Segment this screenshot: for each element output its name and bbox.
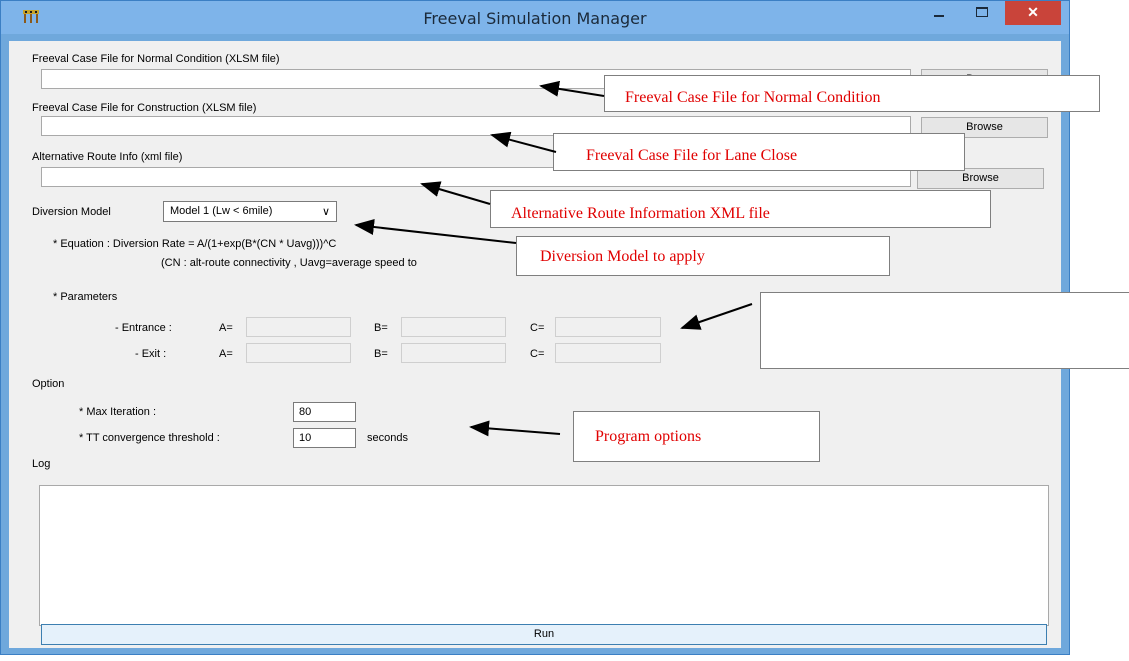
callout-diversion: Diversion Model to apply [516,236,890,276]
title-bar[interactable]: Freeval Simulation Manager ✕ [1,1,1069,34]
entrance-c-input [555,317,661,337]
alt-route-browse-button[interactable]: Browse [917,168,1044,189]
diversion-model-select[interactable]: Model 1 (Lw < 6mile) ∨ [163,201,337,222]
equation-note: (CN : alt-route connectivity , Uavg=aver… [161,257,417,269]
run-button[interactable]: Run [41,624,1047,645]
callout-lane-close: Freeval Case File for Lane Close [553,133,965,171]
callout-alt-route-text: Alternative Route Information XML file [511,205,770,222]
entrance-a-input [246,317,351,337]
entrance-b-label: B= [374,322,388,334]
equation-text: * Equation : Diversion Rate = A/(1+exp(B… [53,238,337,250]
exit-b-label: B= [374,348,388,360]
chevron-down-icon: ∨ [321,206,330,218]
entrance-b-input [401,317,506,337]
option-label: Option [32,378,65,390]
normal-file-label: Freeval Case File for Normal Condition (… [32,53,280,65]
window-title: Freeval Simulation Manager [423,9,647,28]
close-icon[interactable]: ✕ [1005,1,1061,25]
tt-threshold-label: * TT convergence threshold : [79,432,220,444]
entrance-a-label: A= [219,322,233,334]
callout-parameters [760,292,1129,369]
exit-a-input [246,343,351,363]
minimize-icon[interactable] [925,1,953,25]
exit-label: - Exit : [135,348,167,360]
callout-options: Program options [573,411,820,462]
max-iteration-input[interactable]: 80 [293,402,356,422]
tt-threshold-input[interactable]: 10 [293,428,356,448]
callout-lane-close-text: Freeval Case File for Lane Close [586,147,798,164]
callout-diversion-text: Diversion Model to apply [540,248,705,265]
callout-options-text: Program options [595,428,702,445]
diversion-model-label: Diversion Model [32,206,111,218]
alt-route-label: Alternative Route Info (xml file) [32,151,183,163]
exit-b-input [401,343,506,363]
diversion-model-value: Model 1 (Lw < 6mile) [170,205,273,217]
callout-alt-route: Alternative Route Information XML file [490,190,991,228]
entrance-label: - Entrance : [115,322,172,334]
tt-threshold-unit: seconds [367,432,408,444]
max-iteration-label: * Max Iteration : [79,406,157,418]
callout-normal: Freeval Case File for Normal Condition [604,75,1100,112]
exit-a-label: A= [219,348,233,360]
callout-normal-text: Freeval Case File for Normal Condition [625,89,881,106]
construction-file-label: Freeval Case File for Construction (XLSM… [32,102,257,114]
exit-c-input [555,343,661,363]
parameters-label: * Parameters [53,291,118,303]
log-label: Log [32,458,51,470]
entrance-c-label: C= [530,322,545,334]
maximize-icon[interactable] [967,1,995,25]
log-textarea[interactable] [39,485,1049,626]
exit-c-label: C= [530,348,545,360]
